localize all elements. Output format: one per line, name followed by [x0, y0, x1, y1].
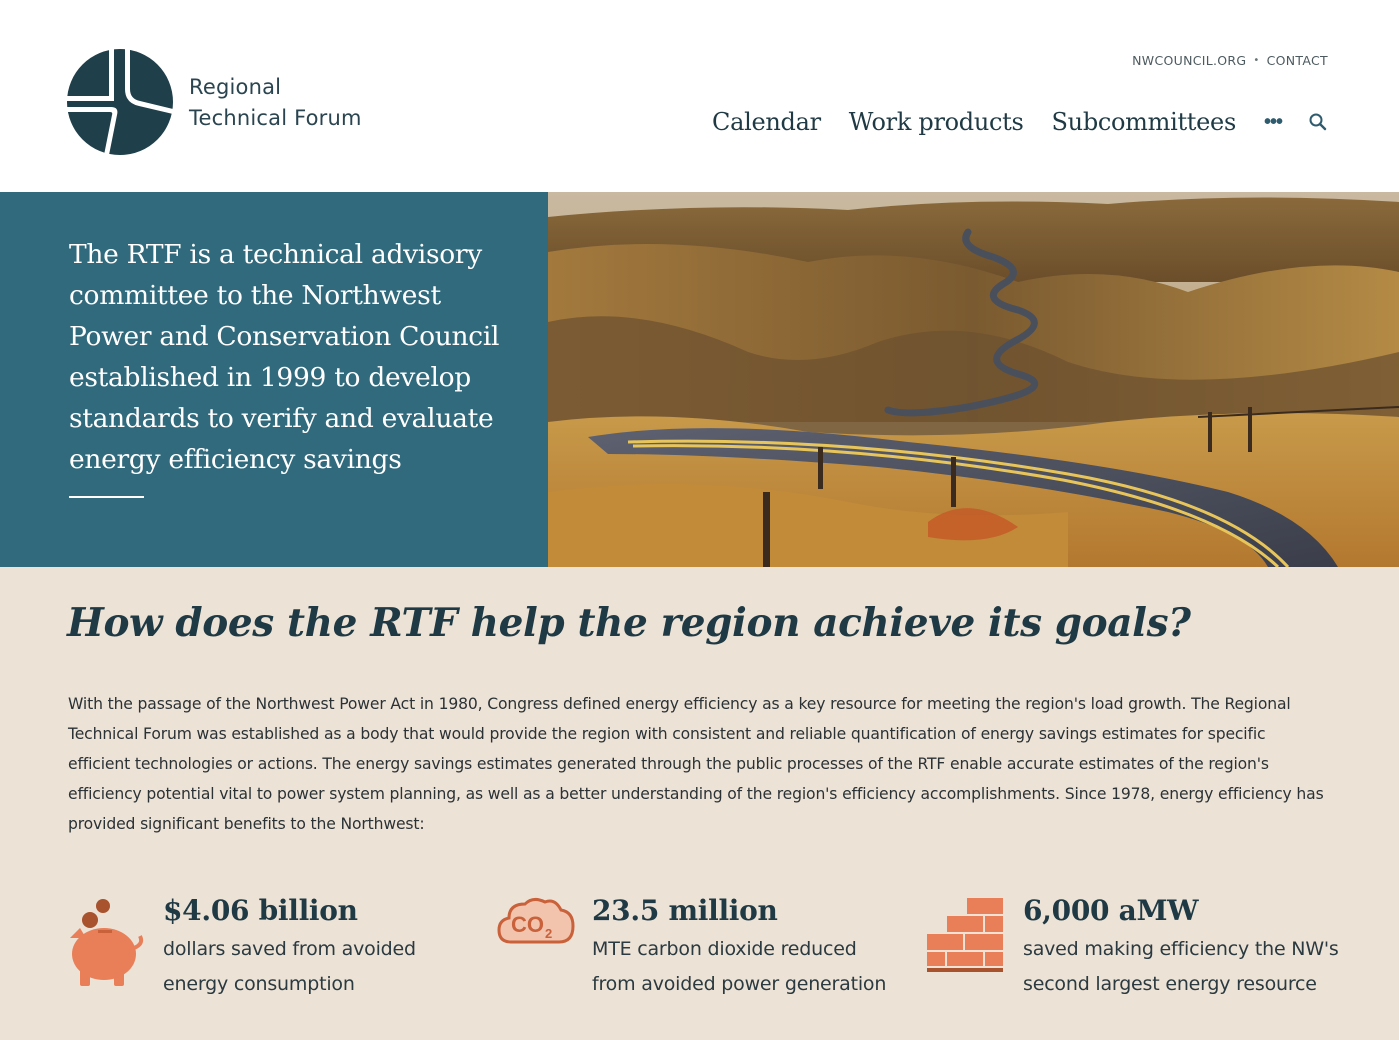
hero-statement: The RTF is a technical advisory committe…: [69, 239, 500, 475]
contact-link[interactable]: CONTACT: [1267, 53, 1328, 68]
co2-cloud-icon: CO 2: [497, 897, 575, 944]
stat-energy-description: saved making efficiency the NW's second …: [1023, 932, 1339, 1002]
site-header: Regional Technical Forum NWCOUNCIL.ORG •…: [0, 0, 1399, 192]
more-menu-icon[interactable]: •••: [1264, 111, 1283, 134]
nav-work-products[interactable]: Work products: [849, 108, 1024, 136]
utility-links: NWCOUNCIL.ORG • CONTACT: [1132, 53, 1328, 68]
hero-landscape-image: [548, 192, 1399, 567]
co2-subscript: 2: [545, 926, 552, 941]
nwcouncil-link[interactable]: NWCOUNCIL.ORG: [1132, 53, 1246, 68]
main-nav: Calendar Work products Subcommittees •••: [712, 108, 1328, 136]
stat-savings-line1: dollars saved from avoided: [163, 938, 416, 960]
stat-savings-description: dollars saved from avoided energy consum…: [163, 932, 416, 1002]
stat-savings-value: $4.06 billion: [163, 894, 358, 927]
search-icon[interactable]: [1308, 112, 1328, 132]
section-body: With the passage of the Northwest Power …: [68, 695, 1324, 833]
stat-carbon-description: MTE carbon dioxide reduced from avoided …: [592, 932, 886, 1002]
stat-carbon-value: 23.5 million: [592, 894, 778, 927]
separator-dot: •: [1253, 55, 1260, 66]
bricks-icon: [927, 898, 1003, 972]
hero-panel: The RTF is a technical advisory committe…: [0, 192, 548, 567]
section-title: How does the RTF help the region achieve…: [67, 600, 1191, 646]
nav-calendar[interactable]: Calendar: [712, 108, 821, 136]
stat-carbon-line1: MTE carbon dioxide reduced: [592, 938, 857, 960]
nav-subcommittees[interactable]: Subcommittees: [1052, 108, 1237, 136]
stat-energy-line2: second largest energy resource: [1023, 973, 1317, 995]
brand-name-line2: Technical Forum: [189, 106, 362, 130]
piggy-bank-icon: [70, 899, 144, 986]
rtf-logo[interactable]: [67, 49, 173, 155]
stat-savings-line2: energy consumption: [163, 973, 355, 995]
co2-label: CO: [511, 912, 544, 937]
brand-name-line1: Regional: [189, 75, 282, 99]
hero-divider: [69, 496, 144, 498]
stat-energy-line1: saved making efficiency the NW's: [1023, 938, 1339, 960]
stat-energy-value: 6,000 aMW: [1023, 894, 1199, 927]
goals-section: How does the RTF help the region achieve…: [0, 567, 1399, 1040]
stat-carbon-line2: from avoided power generation: [592, 973, 887, 995]
hero: The RTF is a technical advisory committe…: [0, 192, 1399, 567]
brand-name[interactable]: Regional Technical Forum: [189, 72, 362, 134]
